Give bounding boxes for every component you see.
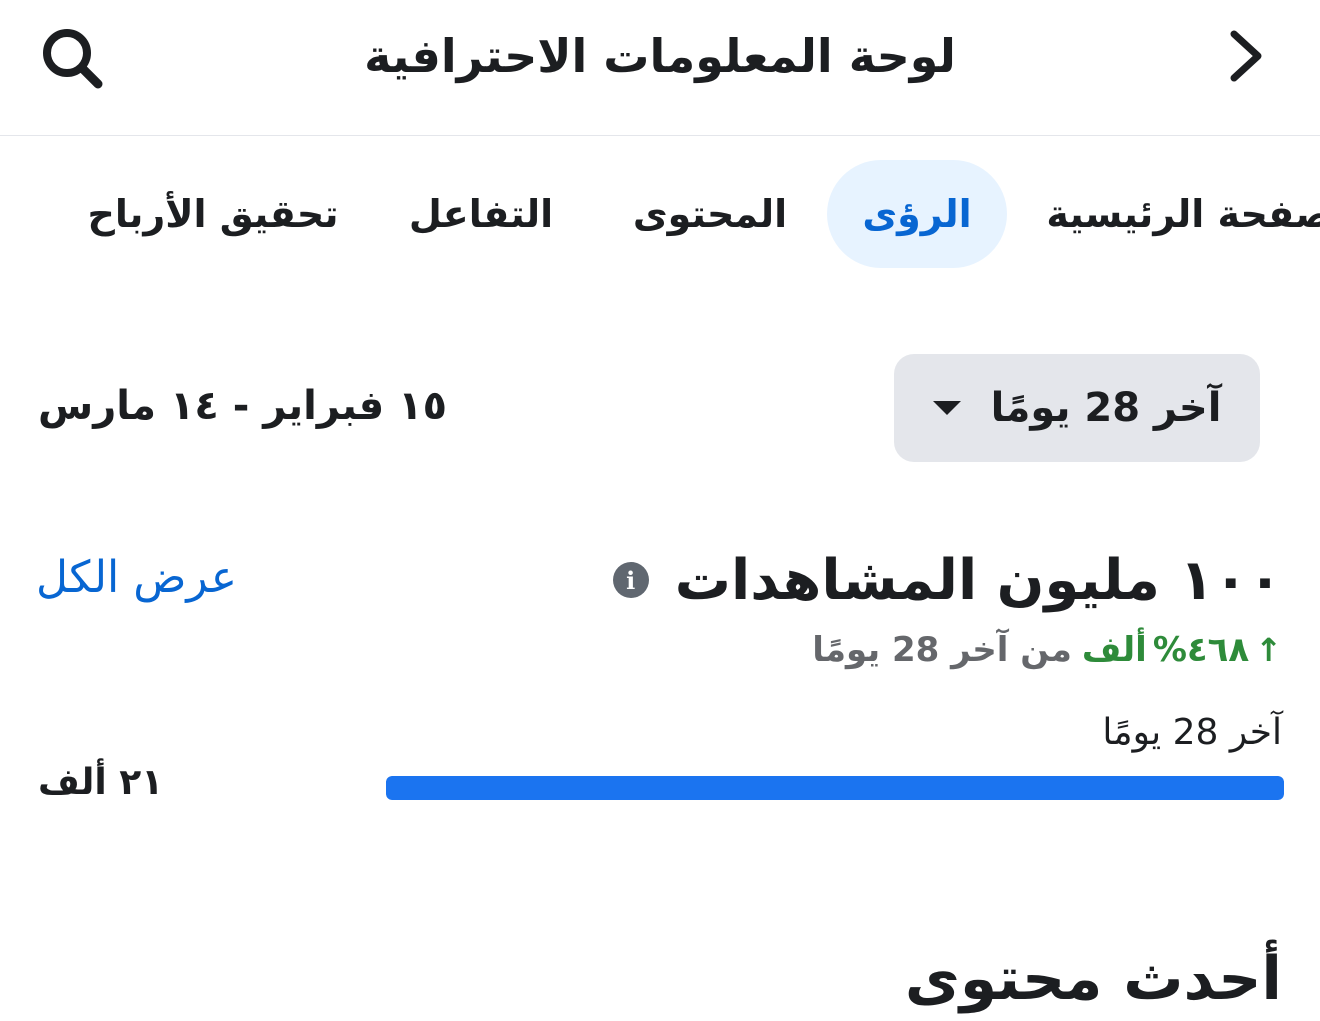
- tab-label: المحتوى: [632, 192, 788, 236]
- views-bar-value: ٢١ ألف: [38, 762, 164, 803]
- views-change: ↑ ٤٦٨% ألف من آخر 28 يومًا: [812, 622, 1282, 678]
- top-app-bar: لوحة المعلومات الاحترافية: [0, 0, 1320, 136]
- views-bar-fill: [386, 776, 1284, 800]
- see-all-link[interactable]: عرض الكل: [36, 552, 237, 603]
- page-title: لوحة المعلومات الاحترافية: [364, 29, 956, 83]
- date-range-text: ١٥ فبراير - ١٤ مارس: [38, 378, 458, 434]
- tab-bar: الصفحة الرئيسية الرؤى المحتوى التفاعل تح…: [0, 160, 1320, 268]
- tab-insights[interactable]: الرؤى: [827, 160, 1007, 268]
- tab-content[interactable]: المحتوى: [610, 160, 810, 268]
- tab-label: الرؤى: [862, 192, 972, 236]
- arrow-up-icon: ↑: [1255, 631, 1282, 669]
- date-range-dropdown[interactable]: آخر 28 يومًا: [894, 354, 1260, 462]
- tab-engagement[interactable]: التفاعل: [396, 160, 566, 268]
- tab-label: تحقيق الأرباح: [87, 192, 339, 236]
- change-positive: ↑ ٤٦٨% ألف: [1082, 630, 1282, 670]
- bar-period-label: آخر 28 يومًا: [1102, 712, 1282, 753]
- search-button[interactable]: [36, 22, 108, 94]
- views-bar-track: [386, 776, 1284, 800]
- change-value: ٤٦٨%: [1152, 630, 1250, 670]
- latest-content-heading: أحدث محتوى: [904, 944, 1282, 1014]
- search-icon: [43, 29, 103, 89]
- tab-home[interactable]: الصفحة الرئيسية: [1030, 160, 1320, 268]
- caret-down-icon: [932, 401, 961, 415]
- tab-monetization[interactable]: تحقيق الأرباح: [68, 160, 358, 268]
- views-title: ١٠٠ مليون المشاهدات: [674, 547, 1282, 613]
- professional-dashboard-page: لوحة المعلومات الاحترافية الصفحة الرئيسي…: [0, 0, 1320, 1021]
- tab-label: التفاعل: [408, 192, 554, 236]
- back-button[interactable]: [1216, 26, 1276, 86]
- change-unit: ألف: [1081, 630, 1147, 670]
- chevron-right-icon: [1230, 30, 1262, 82]
- date-range-dropdown-label: آخر 28 يومًا: [990, 385, 1222, 431]
- date-range-value: ١٥ فبراير - ١٤ مارس: [38, 383, 447, 429]
- info-icon[interactable]: i: [612, 562, 649, 598]
- views-header: ١٠٠ مليون المشاهدات i: [612, 540, 1282, 620]
- change-comparison: من آخر 28 يومًا: [812, 630, 1072, 670]
- tab-label: الصفحة الرئيسية: [1046, 192, 1320, 236]
